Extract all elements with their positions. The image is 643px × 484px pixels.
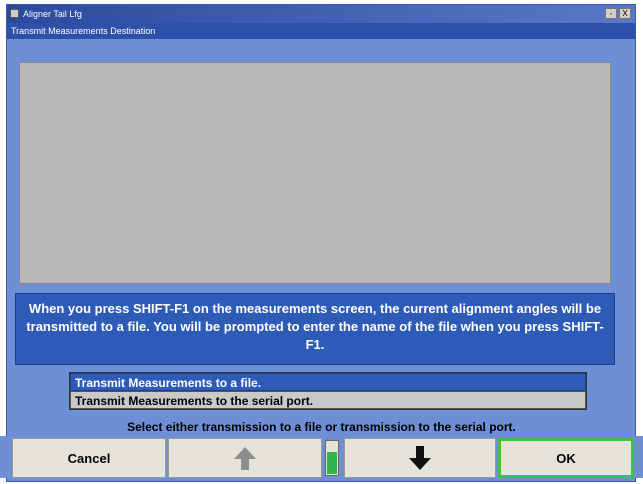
window-controls: - X	[605, 8, 631, 19]
close-button[interactable]: X	[619, 8, 631, 19]
image-panel	[19, 62, 611, 284]
list-item-file[interactable]: Transmit Measurements to a file.	[70, 373, 586, 391]
cancel-label: Cancel	[67, 450, 111, 466]
minimize-button[interactable]: -	[605, 8, 617, 19]
instruction-text: Select either transmission to a file or …	[127, 420, 516, 434]
down-button[interactable]	[344, 438, 496, 478]
app-icon	[10, 9, 19, 18]
up-button[interactable]	[168, 438, 322, 478]
dialog-subtitle: Transmit Measurements Destination	[7, 23, 635, 39]
destination-list: Transmit Measurements to a file. Transmi…	[69, 372, 587, 410]
info-message: When you press SHIFT-F1 on the measureme…	[15, 293, 615, 365]
scroll-indicator-thumb	[327, 452, 337, 474]
title-bar: Aligner Tail Lfg - X	[7, 5, 635, 23]
list-item-serial-port[interactable]: Transmit Measurements to the serial port…	[70, 391, 586, 409]
scroll-indicator	[325, 440, 339, 476]
ok-label: OK	[556, 450, 576, 466]
window-title: Aligner Tail Lfg	[23, 9, 82, 19]
cancel-button[interactable]: Cancel	[12, 438, 166, 478]
ok-button[interactable]: OK	[498, 438, 634, 478]
